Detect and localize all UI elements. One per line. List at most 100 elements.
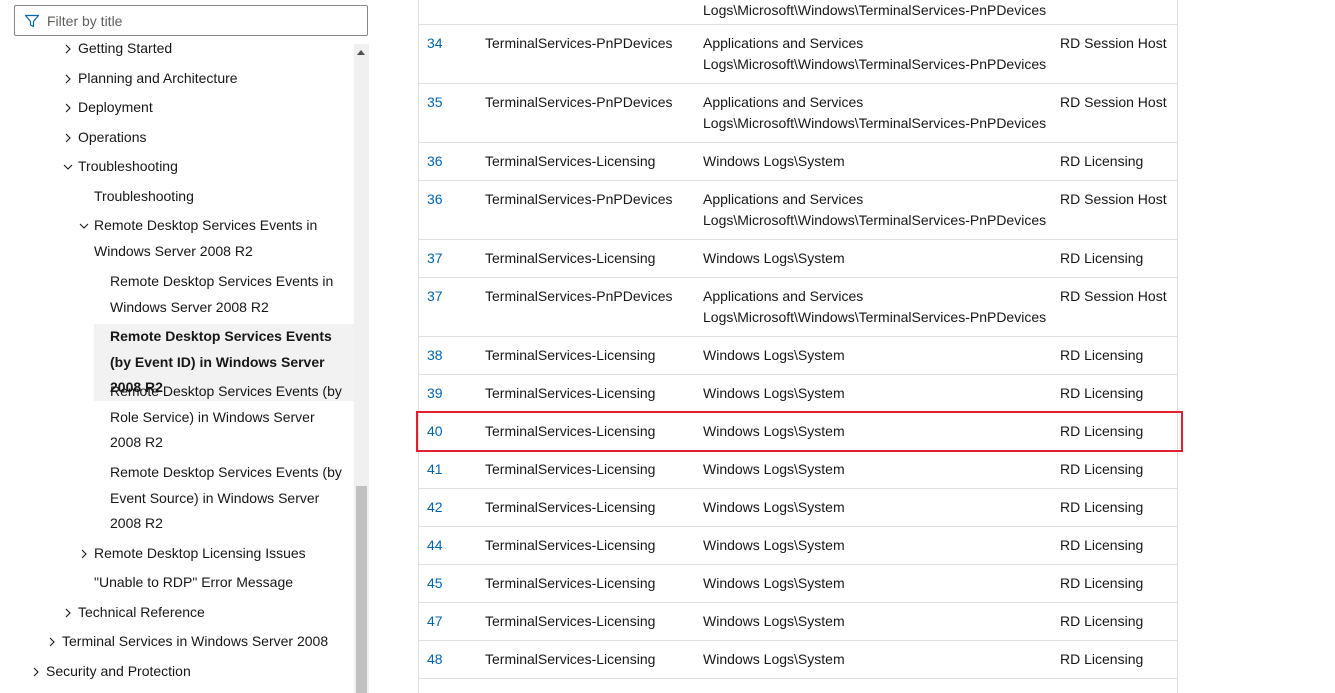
event-source-cell: TerminalServices-Licensing bbox=[485, 575, 656, 591]
chevron-right-icon[interactable] bbox=[62, 95, 74, 121]
table-row: 41 TerminalServices-Licensing Windows Lo… bbox=[419, 451, 1177, 489]
event-source-cell: TerminalServices-PnPDevices bbox=[485, 191, 673, 207]
event-id-link[interactable]: 34 bbox=[427, 33, 443, 54]
toc-item-unable-to-rdp[interactable]: "Unable to RDP" Error Message bbox=[94, 570, 352, 596]
role-service-cell: RD Session Host bbox=[1060, 191, 1167, 207]
table-row: 45 TerminalServices-Licensing Windows Lo… bbox=[419, 565, 1177, 603]
filter-input[interactable] bbox=[47, 12, 347, 29]
event-id-link[interactable]: 48 bbox=[427, 649, 443, 670]
filter-by-title-box[interactable] bbox=[14, 5, 368, 36]
event-source-cell: TerminalServices-Licensing bbox=[485, 423, 656, 439]
event-source-cell: TerminalServices-Licensing bbox=[485, 537, 656, 553]
role-service-cell: RD Licensing bbox=[1060, 651, 1144, 667]
table-row: 47 TerminalServices-Licensing Windows Lo… bbox=[419, 603, 1177, 641]
toc-item-troubleshooting[interactable]: Troubleshooting bbox=[94, 184, 352, 210]
toc-item-rds-events-group[interactable]: Remote Desktop Services Events in Window… bbox=[78, 213, 328, 264]
chevron-right-icon[interactable] bbox=[62, 66, 74, 92]
event-id-link[interactable]: 44 bbox=[427, 535, 443, 556]
event-log-cell: Windows Logs\System bbox=[703, 613, 845, 629]
toc-item-label: "Unable to RDP" Error Message bbox=[94, 574, 294, 590]
event-log-cell: Windows Logs\System bbox=[703, 153, 845, 169]
event-source-cell: TerminalServices-Licensing bbox=[485, 347, 656, 363]
toc-item-label: Remote Desktop Services Events in Window… bbox=[94, 217, 318, 259]
event-id-link[interactable]: 47 bbox=[427, 611, 443, 632]
toc-item-label: Operations bbox=[78, 129, 147, 145]
events-table: Logs\Microsoft\Windows\TerminalServices-… bbox=[418, 0, 1178, 693]
toc-item-operations[interactable]: Operations bbox=[62, 125, 352, 151]
table-row-partial bbox=[419, 679, 1177, 693]
event-id-link[interactable]: 45 bbox=[427, 573, 443, 594]
toc-item-troubleshooting-group[interactable]: Troubleshooting bbox=[62, 154, 352, 180]
table-row: 37 TerminalServices-PnPDevices Applicati… bbox=[419, 278, 1177, 337]
role-service-cell: RD Licensing bbox=[1060, 423, 1144, 439]
chevron-right-icon[interactable] bbox=[62, 600, 74, 626]
event-id-link[interactable]: 36 bbox=[427, 189, 443, 210]
toc-item-terminal-services-2008[interactable]: Terminal Services in Windows Server 2008 bbox=[46, 629, 352, 655]
event-id-link[interactable]: 41 bbox=[427, 459, 443, 480]
event-log-cell: Windows Logs\System bbox=[703, 651, 845, 667]
event-id-link[interactable]: 38 bbox=[427, 345, 443, 366]
toc-item-deployment[interactable]: Deployment bbox=[62, 95, 352, 121]
toc-item-technical-reference[interactable]: Technical Reference bbox=[62, 600, 352, 626]
table-row: 34 TerminalServices-PnPDevices Applicati… bbox=[419, 25, 1177, 84]
event-id-link[interactable]: 40 bbox=[427, 421, 443, 442]
event-log-cell: Windows Logs\System bbox=[703, 250, 845, 266]
chevron-down-icon[interactable] bbox=[62, 154, 74, 180]
event-id-link[interactable]: 36 bbox=[427, 151, 443, 172]
event-source-cell: TerminalServices-Licensing bbox=[485, 250, 656, 266]
toc-item-planning-and-architecture[interactable]: Planning and Architecture bbox=[62, 66, 352, 92]
event-id-link[interactable]: 42 bbox=[427, 497, 443, 518]
event-id-link[interactable]: 37 bbox=[427, 248, 443, 269]
scrollbar-thumb[interactable] bbox=[356, 486, 367, 693]
table-row: 36 TerminalServices-PnPDevices Applicati… bbox=[419, 181, 1177, 240]
event-source-cell: TerminalServices-Licensing bbox=[485, 499, 656, 515]
toc-item-label: Security and Protection bbox=[46, 663, 191, 679]
table-row: 39 TerminalServices-Licensing Windows Lo… bbox=[419, 375, 1177, 413]
table-row: 44 TerminalServices-Licensing Windows Lo… bbox=[419, 527, 1177, 565]
role-service-cell: RD Licensing bbox=[1060, 250, 1144, 266]
chevron-right-icon[interactable] bbox=[46, 629, 58, 655]
event-log-cell: Windows Logs\System bbox=[703, 575, 845, 591]
toc-item-rd-licensing-issues[interactable]: Remote Desktop Licensing Issues bbox=[78, 541, 348, 567]
toc-item-rds-events-by-role-service[interactable]: Remote Desktop Services Events (by Role … bbox=[110, 379, 348, 456]
chevron-right-icon[interactable] bbox=[78, 541, 90, 567]
table-row: 36 TerminalServices-Licensing Windows Lo… bbox=[419, 143, 1177, 181]
event-log-cell: Applications and Services Logs\Microsoft… bbox=[703, 288, 1047, 325]
table-row: 38 TerminalServices-Licensing Windows Lo… bbox=[419, 337, 1177, 375]
event-id-link[interactable]: 35 bbox=[427, 92, 443, 113]
event-source-cell: TerminalServices-Licensing bbox=[485, 651, 656, 667]
role-service-cell: RD Licensing bbox=[1060, 499, 1144, 515]
event-log-cell: Windows Logs\System bbox=[703, 385, 845, 401]
event-source-cell: TerminalServices-PnPDevices bbox=[485, 35, 673, 51]
chevron-right-icon[interactable] bbox=[62, 36, 74, 62]
event-id-link[interactable]: 37 bbox=[427, 286, 443, 307]
role-service-cell: RD Licensing bbox=[1060, 153, 1144, 169]
event-log-cell: Windows Logs\System bbox=[703, 499, 845, 515]
role-service-cell: RD Session Host bbox=[1060, 94, 1167, 110]
event-log-cell: Logs\Microsoft\Windows\TerminalServices-… bbox=[703, 2, 1047, 18]
toc-item-label: Getting Started bbox=[78, 40, 173, 56]
toc-item-label: Remote Desktop Licensing Issues bbox=[94, 545, 306, 561]
table-row: 42 TerminalServices-Licensing Windows Lo… bbox=[419, 489, 1177, 527]
event-log-cell: Windows Logs\System bbox=[703, 461, 845, 477]
toc-item-rds-events-by-event-source[interactable]: Remote Desktop Services Events (by Event… bbox=[110, 460, 350, 537]
event-source-cell: TerminalServices-PnPDevices bbox=[485, 94, 673, 110]
toc-item-getting-started[interactable]: Getting Started bbox=[62, 36, 352, 62]
table-row: 37 TerminalServices-Licensing Windows Lo… bbox=[419, 240, 1177, 278]
chevron-right-icon[interactable] bbox=[30, 659, 42, 685]
event-id-link[interactable]: 39 bbox=[427, 383, 443, 404]
role-service-cell: RD Licensing bbox=[1060, 347, 1144, 363]
role-service-cell: RD Session Host bbox=[1060, 35, 1167, 51]
scroll-up-arrow-icon[interactable] bbox=[357, 50, 365, 55]
toc-item-label: Deployment bbox=[78, 99, 153, 115]
chevron-down-icon[interactable] bbox=[78, 213, 90, 239]
toc-item-rds-events-overview[interactable]: Remote Desktop Services Events in Window… bbox=[110, 269, 334, 320]
chevron-right-icon[interactable] bbox=[62, 125, 74, 151]
toc-scrollbar[interactable] bbox=[354, 44, 369, 693]
role-service-cell: RD Session Host bbox=[1060, 288, 1167, 304]
event-source-cell: TerminalServices-Licensing bbox=[485, 613, 656, 629]
event-log-cell: Windows Logs\System bbox=[703, 347, 845, 363]
event-source-cell: TerminalServices-Licensing bbox=[485, 461, 656, 477]
event-log-cell: Windows Logs\System bbox=[703, 537, 845, 553]
toc-item-security-and-protection[interactable]: Security and Protection bbox=[30, 659, 352, 685]
